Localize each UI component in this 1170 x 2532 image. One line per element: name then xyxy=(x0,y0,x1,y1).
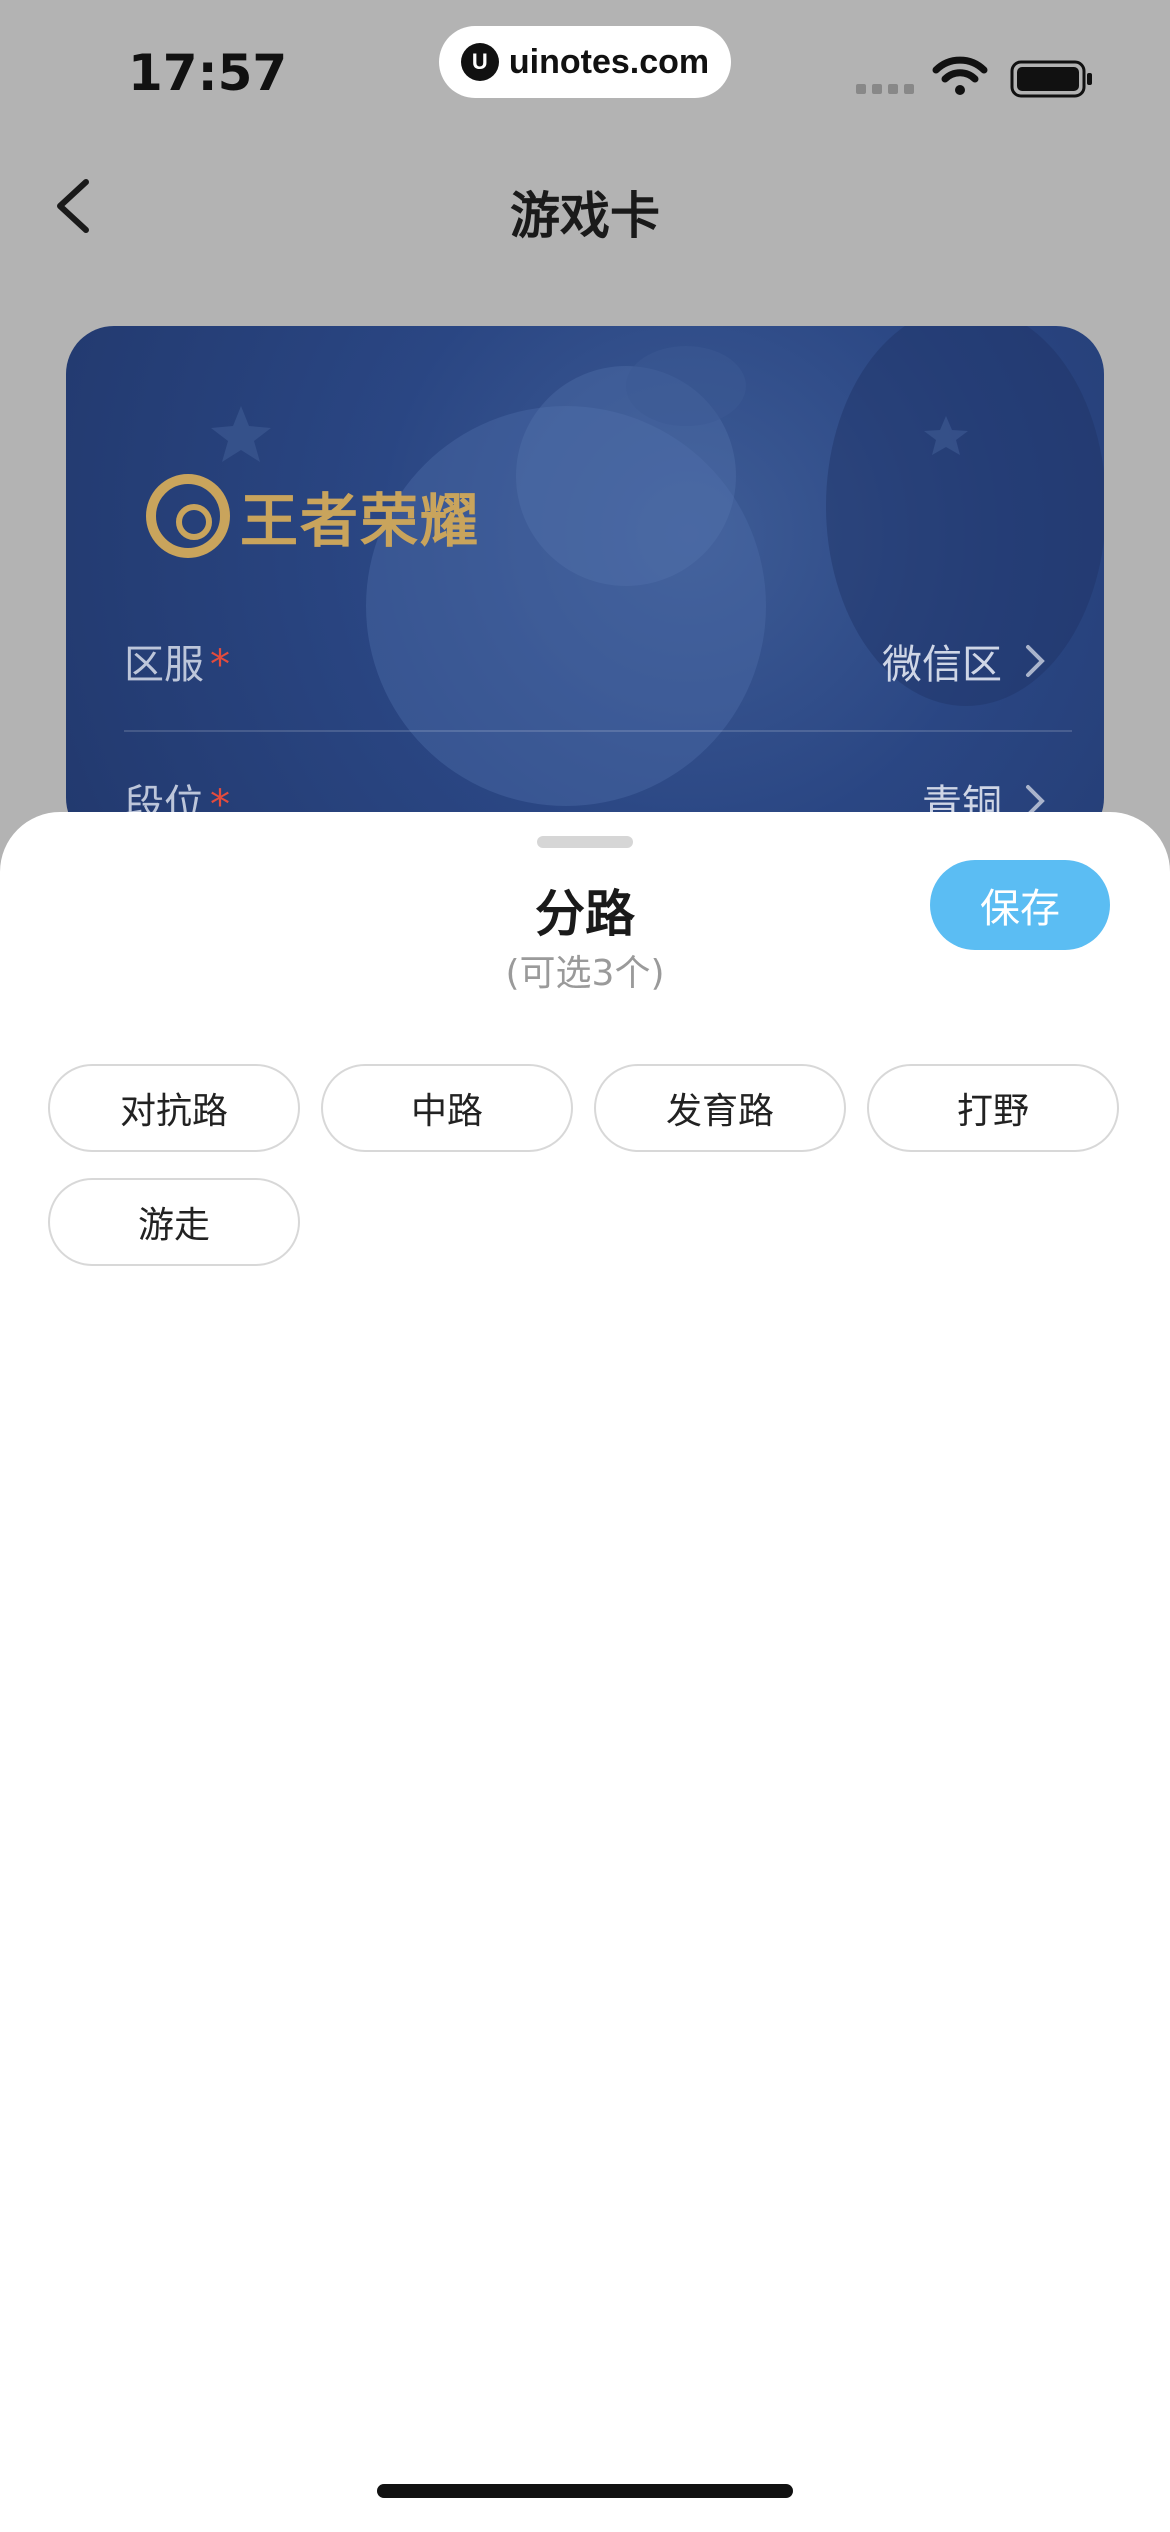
game-name: 王者荣耀 xyxy=(240,487,481,555)
game-logo: 王者荣耀 xyxy=(146,474,480,558)
site-logo-icon: U xyxy=(460,43,499,81)
server-row[interactable]: 区服 * 微信区 xyxy=(124,616,1046,706)
sheet-grabber[interactable] xyxy=(537,836,633,848)
lane-picker-sheet: 分路 (可选3个) 保存 对抗路 中路 发育路 打野 游走 xyxy=(0,812,1170,2532)
wifi-icon xyxy=(932,56,988,95)
game-card: 王者荣耀 区服 * 微信区 段位 * 青铜 xyxy=(66,326,1104,846)
status-time: 17:57 xyxy=(128,44,288,102)
chevron-right-icon xyxy=(1026,645,1045,677)
server-value: 微信区 xyxy=(882,632,1046,690)
save-button[interactable]: 保存 xyxy=(930,860,1110,950)
game-logo-icon xyxy=(146,474,230,558)
cellular-signal-icon xyxy=(856,84,914,94)
server-label: 区服 * xyxy=(124,642,230,688)
page-title: 游戏卡 xyxy=(510,187,660,245)
required-mark: * xyxy=(210,642,230,688)
battery-icon xyxy=(1010,60,1092,98)
divider xyxy=(124,730,1072,732)
url-pill: U uinotes.com xyxy=(439,26,731,98)
sheet-subtitle: (可选3个) xyxy=(505,953,665,994)
lane-option-mid[interactable]: 中路 xyxy=(321,1064,573,1152)
lane-option-top[interactable]: 对抗路 xyxy=(48,1064,300,1152)
lane-option-roam[interactable]: 游走 xyxy=(48,1178,300,1266)
home-indicator[interactable] xyxy=(377,2484,793,2498)
lane-option-jungle[interactable]: 打野 xyxy=(867,1064,1119,1152)
url-text: uinotes.com xyxy=(508,42,710,81)
lane-option-bottom[interactable]: 发育路 xyxy=(594,1064,846,1152)
